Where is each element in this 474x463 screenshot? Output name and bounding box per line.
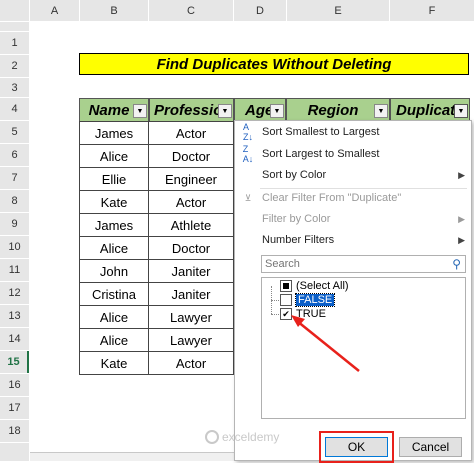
- cell-profession[interactable]: Doctor: [148, 144, 234, 168]
- header-duplicate-label: Duplicat: [396, 101, 456, 119]
- column-header-e[interactable]: E: [287, 0, 389, 21]
- cell-name[interactable]: Cristina: [79, 282, 149, 306]
- header-region[interactable]: Region ▼: [286, 98, 390, 122]
- column-header-a[interactable]: A: [30, 0, 79, 21]
- column-header-f[interactable]: F: [390, 0, 474, 21]
- header-region-label: Region: [307, 101, 359, 119]
- menu-sort-by-color-label: Sort by Color: [262, 169, 327, 181]
- cell-name[interactable]: Kate: [79, 351, 149, 375]
- row-header[interactable]: 14: [0, 328, 29, 350]
- list-item-select-all[interactable]: (Select All): [280, 280, 349, 292]
- column-header-b[interactable]: B: [80, 0, 148, 21]
- menu-sort-descending-label: Sort Largest to Smallest: [262, 148, 380, 160]
- cell-profession[interactable]: Doctor: [148, 236, 234, 260]
- filter-dropdown-button[interactable]: ▼: [374, 104, 388, 118]
- menu-number-filters-label: Number Filters: [262, 234, 335, 246]
- cell-profession[interactable]: Janiter: [148, 259, 234, 283]
- column-header-d[interactable]: D: [234, 0, 286, 21]
- submenu-arrow-icon: ▶: [458, 234, 465, 245]
- row-header-blank: [0, 22, 29, 31]
- tree-connector: [271, 314, 279, 315]
- cell-name[interactable]: Alice: [79, 328, 149, 352]
- menu-sort-ascending[interactable]: A Z↓ Sort Smallest to Largest: [235, 122, 471, 142]
- cell-name[interactable]: James: [79, 121, 149, 145]
- header-age[interactable]: Age ▼: [234, 98, 286, 122]
- filter-dropdown-button[interactable]: ▼: [133, 104, 147, 118]
- row-header[interactable]: 13: [0, 305, 29, 327]
- watermark-icon: [205, 430, 219, 444]
- filter-menu: A Z↓ Sort Smallest to Largest Z A↓ Sort La…: [205, 120, 472, 463]
- cell-name[interactable]: James: [79, 213, 149, 237]
- select-all-corner[interactable]: [0, 0, 29, 21]
- row-header-blank: [0, 443, 29, 461]
- filter-dropdown-button[interactable]: ▼: [270, 104, 284, 118]
- header-profession-label: Professio: [154, 101, 223, 119]
- cell-profession[interactable]: Lawyer: [148, 305, 234, 329]
- sort-ascending-icon: A Z↓: [243, 122, 253, 142]
- menu-sort-descending[interactable]: Z A↓ Sort Largest to Smallest: [235, 144, 471, 164]
- menu-number-filters[interactable]: Number Filters ▶: [235, 230, 471, 250]
- row-header[interactable]: 12: [0, 282, 29, 304]
- row-header[interactable]: 6: [0, 144, 29, 166]
- filter-search-input[interactable]: [265, 258, 445, 270]
- menu-sort-by-color[interactable]: Sort by Color ▶: [235, 165, 471, 185]
- row-header[interactable]: 11: [0, 259, 29, 281]
- header-name-label: Name: [88, 101, 130, 119]
- annotation-arrow-icon: [291, 315, 360, 372]
- cell-name[interactable]: Alice: [79, 236, 149, 260]
- filter-dropdown-button-active[interactable]: ▼: [454, 104, 468, 118]
- menu-sort-ascending-label: Sort Smallest to Largest: [262, 126, 380, 138]
- cell-profession[interactable]: Actor: [148, 351, 234, 375]
- sheet-title[interactable]: Find Duplicates Without Deleting: [79, 53, 469, 75]
- filter-search-box[interactable]: ⚲: [261, 255, 466, 273]
- row-header[interactable]: 5: [0, 121, 29, 143]
- watermark-text: exceldemy: [222, 430, 280, 444]
- column-header-c[interactable]: C: [149, 0, 233, 21]
- cell-profession[interactable]: Actor: [148, 121, 234, 145]
- row-header[interactable]: 15: [0, 351, 29, 373]
- row-header[interactable]: 17: [0, 397, 29, 419]
- cell-profession[interactable]: Engineer: [148, 167, 234, 191]
- cell-name[interactable]: Ellie: [79, 167, 149, 191]
- cell-name[interactable]: Alice: [79, 144, 149, 168]
- tree-connector: [271, 300, 279, 301]
- header-profession[interactable]: Professio ▼: [149, 98, 234, 122]
- search-icon: ⚲: [452, 257, 461, 271]
- header-duplicate[interactable]: Duplicat ▼: [390, 98, 470, 122]
- header-name[interactable]: Name ▼: [79, 98, 149, 122]
- cancel-button[interactable]: Cancel: [399, 437, 462, 457]
- cell-name[interactable]: Kate: [79, 190, 149, 214]
- menu-filter-by-color[interactable]: Filter by Color ▶: [235, 209, 471, 229]
- sort-descending-icon: Z A↓: [242, 144, 254, 164]
- cell-name[interactable]: John: [79, 259, 149, 283]
- submenu-arrow-icon: ▶: [458, 169, 465, 180]
- watermark-logo: exceldemy: [205, 429, 315, 445]
- row-header[interactable]: 2: [0, 55, 29, 77]
- row-header[interactable]: 8: [0, 190, 29, 212]
- cell-name[interactable]: Alice: [79, 305, 149, 329]
- cell-profession[interactable]: Athlete: [148, 213, 234, 237]
- row-header[interactable]: 3: [0, 78, 29, 97]
- select-all-checkbox[interactable]: [280, 280, 292, 292]
- menu-clear-filter[interactable]: ⊻ Clear Filter From "Duplicate": [235, 188, 471, 208]
- menu-filter-by-color-label: Filter by Color: [262, 213, 331, 225]
- row-header[interactable]: 7: [0, 167, 29, 189]
- row-header[interactable]: 4: [0, 98, 29, 120]
- row-header[interactable]: 18: [0, 420, 29, 442]
- clear-filter-icon: ⊻: [244, 192, 252, 203]
- row-header[interactable]: 1: [0, 32, 29, 54]
- menu-clear-filter-label: Clear Filter From "Duplicate": [262, 192, 402, 204]
- cell-profession[interactable]: Actor: [148, 190, 234, 214]
- cell-profession[interactable]: Lawyer: [148, 328, 234, 352]
- row-header[interactable]: 16: [0, 374, 29, 396]
- cell-profession[interactable]: Janiter: [148, 282, 234, 306]
- select-all-label: (Select All): [296, 280, 349, 292]
- ok-button[interactable]: OK: [325, 437, 388, 457]
- submenu-arrow-icon: ▶: [458, 213, 465, 224]
- filter-dropdown-button[interactable]: ▼: [218, 104, 232, 118]
- row-header[interactable]: 9: [0, 213, 29, 235]
- row-header[interactable]: 10: [0, 236, 29, 258]
